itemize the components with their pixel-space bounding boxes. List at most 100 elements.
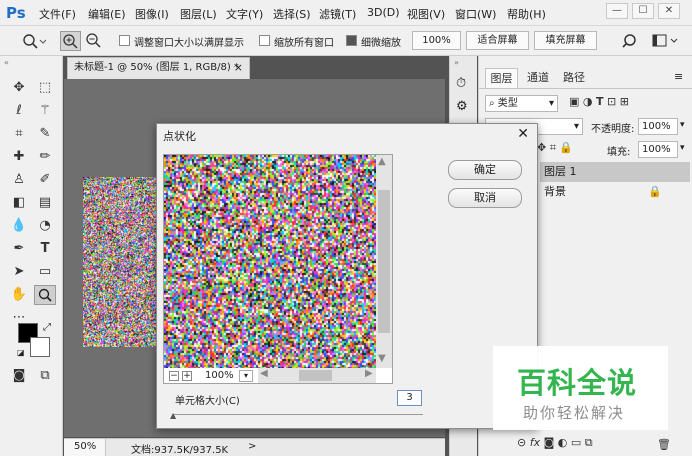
gradient-tool-icon[interactable]: ▤ — [34, 193, 56, 213]
zoom-in-button[interactable] — [60, 31, 81, 51]
filter-preview[interactable] — [163, 154, 393, 384]
history-panel-icon[interactable]: ⏱ — [456, 76, 466, 91]
scroll-right-icon[interactable]: ▶ — [365, 368, 373, 379]
tab-layers[interactable]: 图层 — [485, 68, 518, 88]
opacity-input[interactable]: 100% — [638, 118, 678, 135]
menu-select[interactable]: 选择(S) — [273, 6, 311, 22]
close-button[interactable]: ✕ — [658, 3, 680, 19]
minimize-button[interactable]: — — [606, 3, 628, 19]
scroll-thumb[interactable] — [299, 370, 332, 381]
menu-layer[interactable]: 图层(L) — [180, 6, 217, 22]
properties-panel-icon[interactable]: ⚙ — [456, 99, 468, 114]
fill-input[interactable]: 100% — [638, 141, 678, 158]
menu-file[interactable]: 文件(F) — [39, 6, 76, 22]
zoom-100-button[interactable]: 100% — [412, 31, 461, 50]
layer-row[interactable]: 背景 🔒 — [540, 182, 690, 202]
scrubby-zoom-checkbox[interactable] — [346, 35, 357, 46]
maximize-button[interactable]: ☐ — [632, 3, 654, 19]
menu-help[interactable]: 帮助(H) — [507, 6, 546, 22]
fill-value: 100% — [642, 144, 671, 155]
blur-tool-icon[interactable]: 💧 — [8, 216, 30, 236]
canvas-noise-image[interactable] — [83, 177, 165, 347]
tab-channels[interactable]: 通道 — [521, 68, 555, 88]
zoom-out-button[interactable]: − — [169, 371, 179, 381]
layer-row[interactable]: 图层 1 — [540, 162, 690, 182]
cell-size-slider-thumb[interactable]: ▲ — [170, 411, 176, 420]
marquee-tool-icon[interactable]: ⬚ — [34, 78, 56, 98]
background-color-swatch[interactable] — [30, 337, 50, 357]
document-tab-title: 未标题-1 @ 50% (图层 1, RGB/8) * — [74, 62, 239, 73]
trash-icon[interactable]: 🗑 — [657, 438, 671, 451]
menu-3d[interactable]: 3D(D) — [367, 6, 400, 19]
scroll-left-icon[interactable]: ◀ — [260, 368, 268, 379]
resize-windows-checkbox[interactable] — [119, 35, 130, 46]
filter-type-icons[interactable]: ▣ ◑ T ⊡ ⊞ — [569, 95, 629, 108]
chevron-down-icon[interactable]: ▾ — [239, 370, 253, 382]
fit-screen-button[interactable]: 适合屏幕 — [466, 31, 529, 50]
rectangle-tool-icon[interactable]: ▭ — [34, 262, 56, 282]
watermark-title: 百科全说 — [517, 366, 638, 400]
eraser-tool-icon[interactable]: ◧ — [8, 193, 30, 213]
preview-horizontal-scrollbar[interactable]: ◀ ▶ — [258, 368, 376, 383]
chevron-down-icon[interactable]: ▾ — [680, 143, 685, 153]
dialog-close-icon[interactable]: ✕ — [517, 126, 529, 142]
zoom-tool-icon[interactable] — [34, 285, 56, 305]
workspace-switcher[interactable] — [651, 32, 683, 50]
preview-vertical-scrollbar[interactable]: ▲ ▼ — [376, 155, 392, 368]
layer-footer-icons[interactable]: ⊝ fx ◙ ◐ ▭ ⧉ — [517, 436, 593, 450]
menu-image[interactable]: 图像(I) — [135, 6, 169, 22]
menu-filter[interactable]: 滤镜(T) — [319, 6, 356, 22]
tab-paths[interactable]: 路径 — [557, 68, 591, 88]
lasso-tool-icon[interactable]: ℓ — [8, 101, 30, 121]
default-colors-icon[interactable]: ◪ — [17, 348, 25, 357]
watermark-logo: 百科全说 助你轻松解决 — [493, 346, 668, 430]
dodge-tool-icon[interactable]: ◔ — [34, 216, 56, 236]
lock-icons[interactable]: ✥ ⌗ 🔒 — [537, 141, 573, 155]
zoom-level: 50% — [74, 441, 97, 452]
menu-view[interactable]: 视图(V) — [407, 6, 445, 22]
cell-size-input[interactable]: 3 — [397, 390, 422, 406]
expand-dock-icon[interactable]: » — [454, 58, 459, 67]
quick-mask-icon[interactable]: ◙ — [8, 366, 30, 386]
swap-colors-icon[interactable]: ⤢ — [43, 322, 51, 333]
zoom-tool-preset[interactable] — [20, 32, 47, 50]
move-tool-icon[interactable]: ✥ — [8, 78, 30, 98]
tab-divider — [479, 88, 692, 89]
magic-wand-tool-icon[interactable]: ⚚ — [34, 101, 56, 121]
type-tool-icon[interactable]: T — [34, 239, 56, 259]
cell-size-slider-track[interactable] — [173, 414, 423, 415]
menu-type[interactable]: 文字(Y) — [226, 6, 263, 22]
collapse-icon[interactable]: « — [4, 58, 9, 67]
scroll-down-icon[interactable]: ▼ — [378, 353, 386, 364]
zoom-out-button[interactable] — [84, 31, 105, 51]
scroll-up-icon[interactable]: ▲ — [378, 156, 386, 167]
cancel-button[interactable]: 取消 — [448, 188, 522, 208]
scroll-thumb[interactable] — [378, 190, 390, 333]
document-tab[interactable]: 未标题-1 @ 50% (图层 1, RGB/8) * × — [67, 57, 250, 79]
ok-button[interactable]: 确定 — [448, 160, 522, 180]
brush-tool-icon[interactable]: ✏ — [34, 147, 56, 167]
hand-tool-icon[interactable]: ✋ — [8, 285, 30, 305]
pen-tool-icon[interactable]: ✒ — [8, 239, 30, 259]
chevron-down-icon[interactable]: ▾ — [680, 120, 685, 130]
history-brush-tool-icon[interactable]: ✐ — [34, 170, 56, 190]
path-selection-tool-icon[interactable]: ➤ — [8, 262, 30, 282]
zoom-in-button[interactable]: + — [182, 371, 192, 381]
clone-stamp-tool-icon[interactable]: ♙ — [8, 170, 30, 190]
search-button[interactable] — [621, 31, 641, 51]
menu-window[interactable]: 窗口(W) — [455, 6, 496, 22]
fill-screen-button[interactable]: 填充屏幕 — [534, 31, 597, 50]
eyedropper-tool-icon[interactable]: ✎ — [34, 124, 56, 144]
menu-edit[interactable]: 编辑(E) — [88, 6, 126, 22]
screen-mode-icon[interactable]: ⧉ — [34, 366, 56, 386]
document-tab-close-icon[interactable]: × — [234, 58, 243, 78]
preview-zoom-level: 100% — [205, 370, 234, 381]
healing-brush-tool-icon[interactable]: ✚ — [8, 147, 30, 167]
layer-filter-select[interactable]: ⌕ 类型 ▾ — [485, 95, 558, 112]
crop-tool-icon[interactable]: ⌗ — [8, 124, 30, 144]
panel-menu-icon[interactable]: ≡ — [674, 70, 683, 83]
status-menu-arrow[interactable]: > — [248, 441, 256, 452]
zoom-all-checkbox[interactable] — [259, 35, 270, 46]
opacity-label: 不透明度: — [591, 124, 635, 135]
preview-noise-image[interactable] — [164, 155, 377, 368]
